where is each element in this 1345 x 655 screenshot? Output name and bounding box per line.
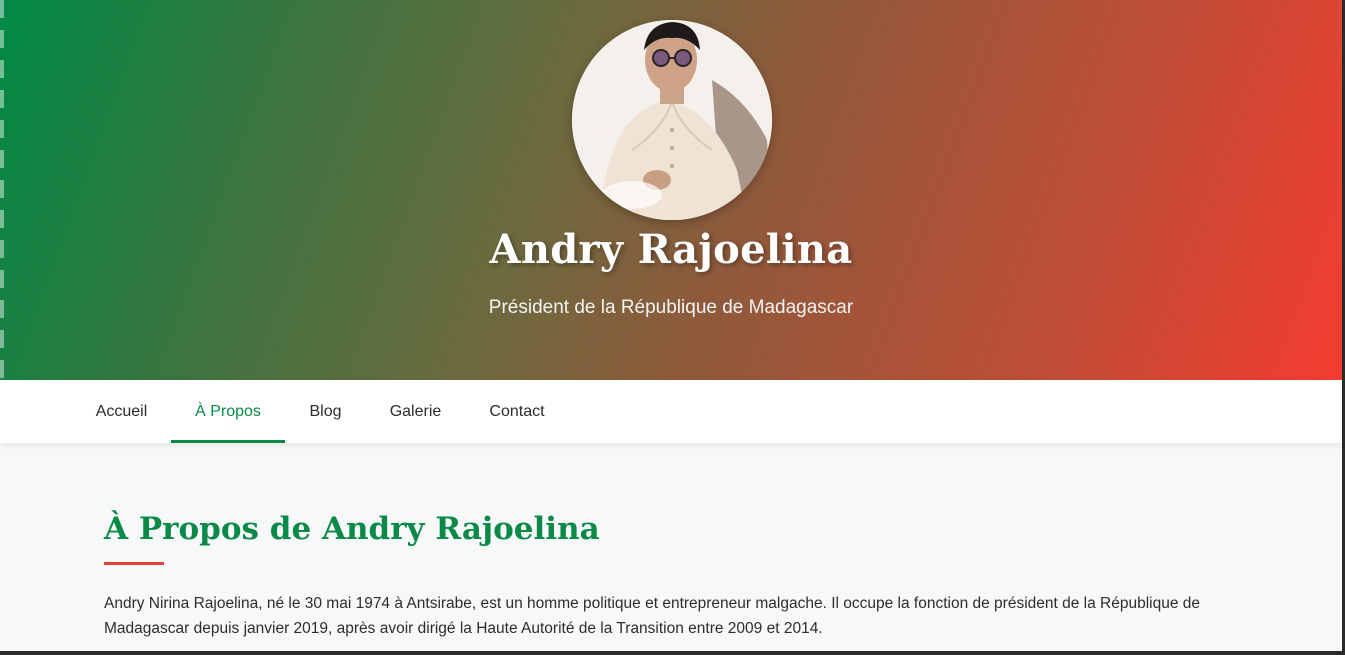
nav-item-blog[interactable]: Blog: [285, 380, 366, 443]
nav-item-a-propos[interactable]: À Propos: [171, 380, 285, 443]
section-title: À Propos de Andry Rajoelina: [104, 511, 600, 547]
banner-edge-decoration: [0, 0, 4, 380]
hero-subtitle: Président de la République de Madagascar: [488, 297, 854, 318]
nav-item-contact[interactable]: Contact: [465, 380, 569, 443]
main-navigation: Accueil À Propos Blog Galerie Contact: [0, 380, 1342, 443]
nav-item-accueil[interactable]: Accueil: [72, 380, 171, 443]
nav-item-galerie[interactable]: Galerie: [366, 380, 465, 443]
avatar: [572, 20, 772, 220]
about-paragraph: Andry Nirina Rajoelina, né le 30 mai 197…: [104, 595, 1201, 637]
hero-banner: Andry Rajoelina Président de la Républiq…: [0, 0, 1342, 380]
page: Andry Rajoelina Président de la Républiq…: [0, 0, 1342, 651]
hero-name: Andry Rajoelina: [489, 226, 853, 273]
title-underline: [104, 562, 164, 565]
